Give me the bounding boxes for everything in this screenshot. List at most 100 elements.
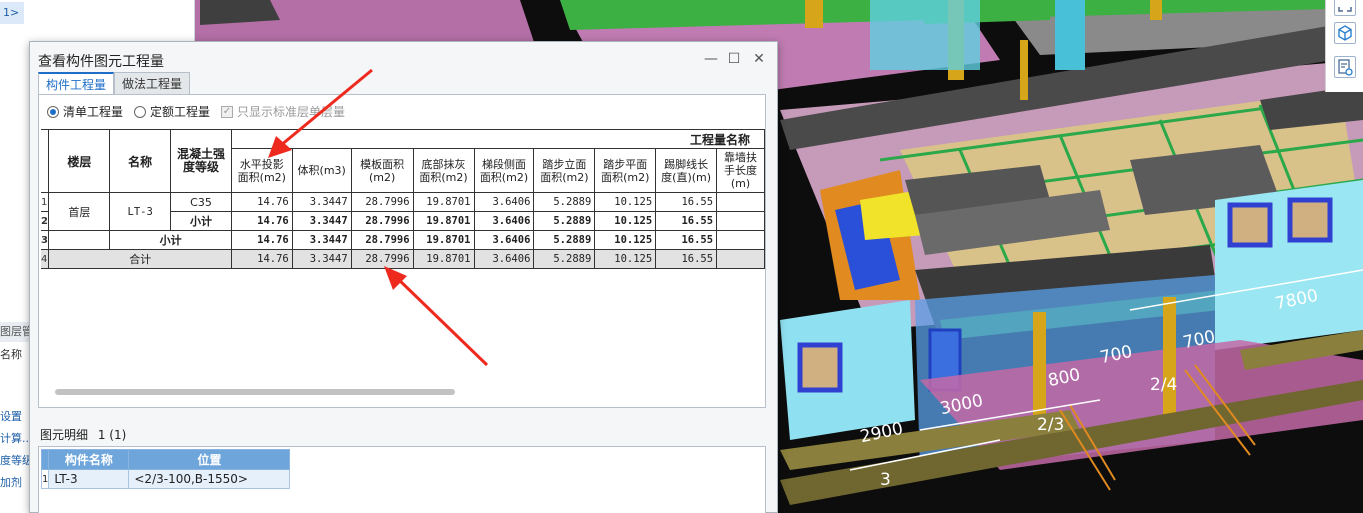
quota-quantity-label: 定额工程量 — [150, 105, 211, 119]
row-number: 1 — [40, 469, 50, 489]
value-cell: 14.76 — [230, 211, 293, 231]
list-quantity-label: 清单工程量 — [63, 105, 124, 119]
value-cell: 28.7996 — [350, 211, 414, 231]
value-cell: 3.6406 — [473, 230, 535, 250]
value-cell — [716, 211, 765, 231]
fullscreen-button[interactable] — [1334, 0, 1356, 16]
close-button[interactable]: ✕ — [749, 50, 769, 68]
value-cell: 3.3447 — [291, 230, 352, 250]
axis-label: 2/3 — [1037, 415, 1065, 435]
value-cell — [716, 192, 765, 212]
col-skirting-length: 踢脚线长度(直)(m) — [655, 148, 718, 193]
col-bottom-plaster-area: 底部抹灰面积(m2) — [412, 148, 475, 193]
quantity-table: 楼层 名称 混凝土强度等级 工程量名称 水平投影面积(m2) 体积(m3) 模板… — [41, 129, 765, 269]
horizontal-scrollbar[interactable] — [55, 387, 755, 397]
value-cell: 14.76 — [230, 230, 293, 250]
value-cell: 3.3447 — [291, 211, 352, 231]
value-cell: 5.2889 — [533, 192, 596, 212]
table-row-total[interactable]: 4 合计 14.76 3.3447 28.7996 19.8701 3.6406… — [41, 249, 765, 269]
view-quantities-dialog: 查看构件图元工程量 — ☐ ✕ 构件工程量 做法工程量 清单工程量 定额工程量 … — [29, 41, 778, 513]
col-floor: 楼层 — [48, 129, 111, 193]
value-cell: 3.3447 — [291, 249, 352, 269]
value-cell: 19.8701 — [412, 211, 475, 231]
element-detail-panel: 构件名称 位置 1 LT-3 <2/3-100,B-1550> — [38, 446, 766, 513]
value-cell: 19.8701 — [412, 230, 475, 250]
value-cell: 5.2889 — [533, 211, 596, 231]
value-cell: 10.125 — [594, 192, 657, 212]
tree-item[interactable]: 1> — [0, 2, 24, 24]
detail-name-cell: LT-3 — [48, 469, 130, 489]
view-properties-button[interactable] — [1334, 56, 1356, 78]
dialog-title: 查看构件图元工程量 — [38, 54, 164, 70]
row-number: 3 — [41, 230, 50, 250]
value-cell: 16.55 — [655, 211, 718, 231]
col-horizontal-projection-area: 水平投影面积(m2) — [230, 148, 293, 193]
cube-icon — [1338, 25, 1352, 41]
col-component-name: 构件名称 — [48, 449, 130, 470]
value-cell: 5.2889 — [533, 249, 596, 269]
scrollbar-thumb[interactable] — [55, 389, 455, 395]
col-concrete-grade: 混凝土强度等级 — [170, 129, 232, 193]
radio-unselected-icon — [134, 105, 146, 118]
standard-floor-label: 只显示标准层单层量 — [237, 105, 346, 119]
value-cell: 3.6406 — [473, 249, 535, 269]
table-row[interactable]: 1 首层 LT-3 C35 14.76 3.3447 28.7996 19.87… — [41, 192, 765, 231]
value-cell: 5.2889 — [533, 230, 596, 250]
element-detail-label: 图元明细 1 (1) — [40, 426, 126, 443]
axis-label: 2/4 — [1150, 375, 1178, 395]
quota-quantity-radio[interactable]: 定额工程量 — [134, 103, 210, 120]
table-row[interactable]: 3 小计 14.76 3.3447 28.7996 19.8701 3.6406… — [41, 230, 765, 250]
row-number: 4 — [41, 249, 50, 269]
col-stair-side-area: 梯段侧面面积(m2) — [473, 148, 535, 193]
right-toolbar — [1325, 0, 1363, 92]
value-cell: 10.125 — [594, 249, 657, 269]
value-cell: 14.76 — [230, 192, 293, 212]
floor-cell: 首层 — [48, 192, 111, 231]
col-wall-handrail-length: 靠墙扶手长度(m) — [716, 148, 765, 193]
value-cell: 19.8701 — [412, 192, 475, 212]
element-detail-table: 构件名称 位置 1 LT-3 <2/3-100,B-1550> — [40, 449, 291, 489]
col-tread-area: 踏步平面面积(m2) — [594, 148, 657, 193]
quantity-name-group-header: 工程量名称 — [230, 129, 765, 149]
col-volume: 体积(m3) — [291, 148, 352, 193]
value-cell: 19.8701 — [412, 249, 475, 269]
element-detail-title: 图元明细 — [40, 428, 89, 442]
grade-cell: C35 — [170, 192, 232, 212]
name-cell: LT-3 — [109, 192, 172, 231]
list-quantity-radio[interactable]: 清单工程量 — [47, 103, 123, 120]
standard-floor-checkbox[interactable]: ✓ 只显示标准层单层量 — [221, 103, 345, 120]
subtotal-label: 小计 — [109, 230, 232, 250]
tab-method-quantity[interactable]: 做法工程量 — [114, 72, 191, 94]
col-position: 位置 — [128, 449, 291, 470]
col-riser-area: 踏步立面面积(m2) — [533, 148, 596, 193]
element-detail-count: 1 (1) — [97, 428, 127, 442]
value-cell: 3.6406 — [473, 192, 535, 212]
detail-row[interactable]: 1 LT-3 <2/3-100,B-1550> — [40, 469, 291, 489]
checkbox-checked-icon: ✓ — [221, 105, 233, 118]
value-cell — [716, 230, 765, 250]
value-cell: 16.55 — [655, 230, 718, 250]
radio-selected-icon — [47, 105, 59, 118]
value-cell: 10.125 — [594, 211, 657, 231]
quantity-panel: 清单工程量 定额工程量 ✓ 只显示标准层单层量 楼层 名称 混凝土强度等级 工程… — [38, 94, 766, 408]
axis-label: 3 — [880, 470, 891, 490]
value-cell: 16.55 — [655, 249, 718, 269]
value-cell: 28.7996 — [350, 192, 414, 212]
subtotal-label: 小计 — [170, 211, 232, 231]
value-cell: 28.7996 — [350, 230, 414, 250]
document-eye-icon — [1338, 59, 1353, 76]
minimize-button[interactable]: — — [701, 50, 721, 68]
value-cell: 10.125 — [594, 230, 657, 250]
value-cell: 28.7996 — [350, 249, 414, 269]
value-cell: 16.55 — [655, 192, 718, 212]
total-label: 合计 — [48, 249, 232, 269]
value-cell: 3.3447 — [291, 192, 352, 212]
value-cell — [716, 249, 765, 269]
value-cell: 14.76 — [230, 249, 293, 269]
col-formwork-area: 模板面积(m2) — [350, 148, 414, 193]
maximize-button[interactable]: ☐ — [724, 50, 744, 68]
tab-component-quantity[interactable]: 构件工程量 — [38, 72, 115, 94]
quantity-table-container[interactable]: 楼层 名称 混凝土强度等级 工程量名称 水平投影面积(m2) 体积(m3) 模板… — [41, 129, 765, 379]
3d-view-button[interactable] — [1334, 22, 1356, 44]
row-number: 1 — [41, 192, 50, 212]
